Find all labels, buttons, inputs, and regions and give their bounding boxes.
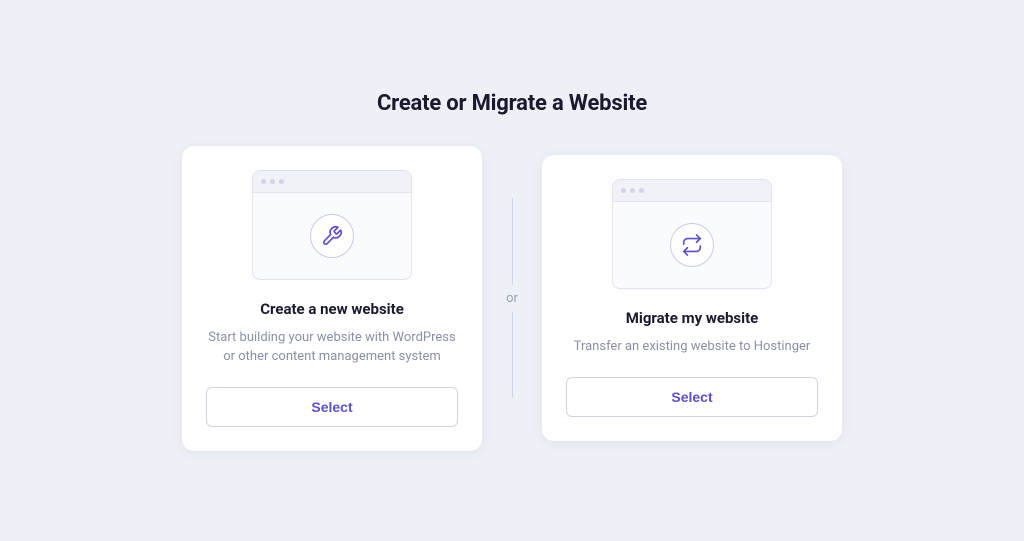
or-label: or bbox=[502, 285, 522, 312]
migrate-browser-dot-3 bbox=[639, 188, 644, 193]
browser-topbar bbox=[253, 171, 411, 193]
migrate-browser-dot-2 bbox=[630, 188, 635, 193]
migrate-card: Migrate my website Transfer an existing … bbox=[542, 155, 842, 441]
create-card-description: Start building your website with WordPre… bbox=[206, 328, 458, 367]
create-select-button[interactable]: Select bbox=[206, 387, 458, 427]
wrench-icon bbox=[321, 225, 343, 247]
migrate-select-button[interactable]: Select bbox=[566, 377, 818, 417]
create-icon-circle bbox=[310, 214, 354, 258]
create-card-title: Create a new website bbox=[260, 300, 404, 318]
browser-dot-3 bbox=[279, 179, 284, 184]
arrows-icon bbox=[681, 234, 703, 256]
migrate-browser-dot-1 bbox=[621, 188, 626, 193]
migrate-card-title: Migrate my website bbox=[626, 309, 759, 327]
create-browser-mockup bbox=[252, 170, 412, 280]
page-title: Create or Migrate a Website bbox=[377, 91, 647, 116]
browser-dot-1 bbox=[261, 179, 266, 184]
cards-container: Create a new website Start building your… bbox=[182, 146, 842, 451]
migrate-card-description: Transfer an existing website to Hostinge… bbox=[574, 337, 811, 357]
page-wrapper: Create or Migrate a Website Creat bbox=[0, 71, 1024, 471]
migrate-icon-circle bbox=[670, 223, 714, 267]
migrate-browser-topbar bbox=[613, 180, 771, 202]
create-browser-content bbox=[253, 193, 411, 279]
migrate-browser-mockup bbox=[612, 179, 772, 289]
migrate-browser-content bbox=[613, 202, 771, 288]
browser-dot-2 bbox=[270, 179, 275, 184]
or-divider: or bbox=[482, 198, 542, 398]
create-card: Create a new website Start building your… bbox=[182, 146, 482, 451]
